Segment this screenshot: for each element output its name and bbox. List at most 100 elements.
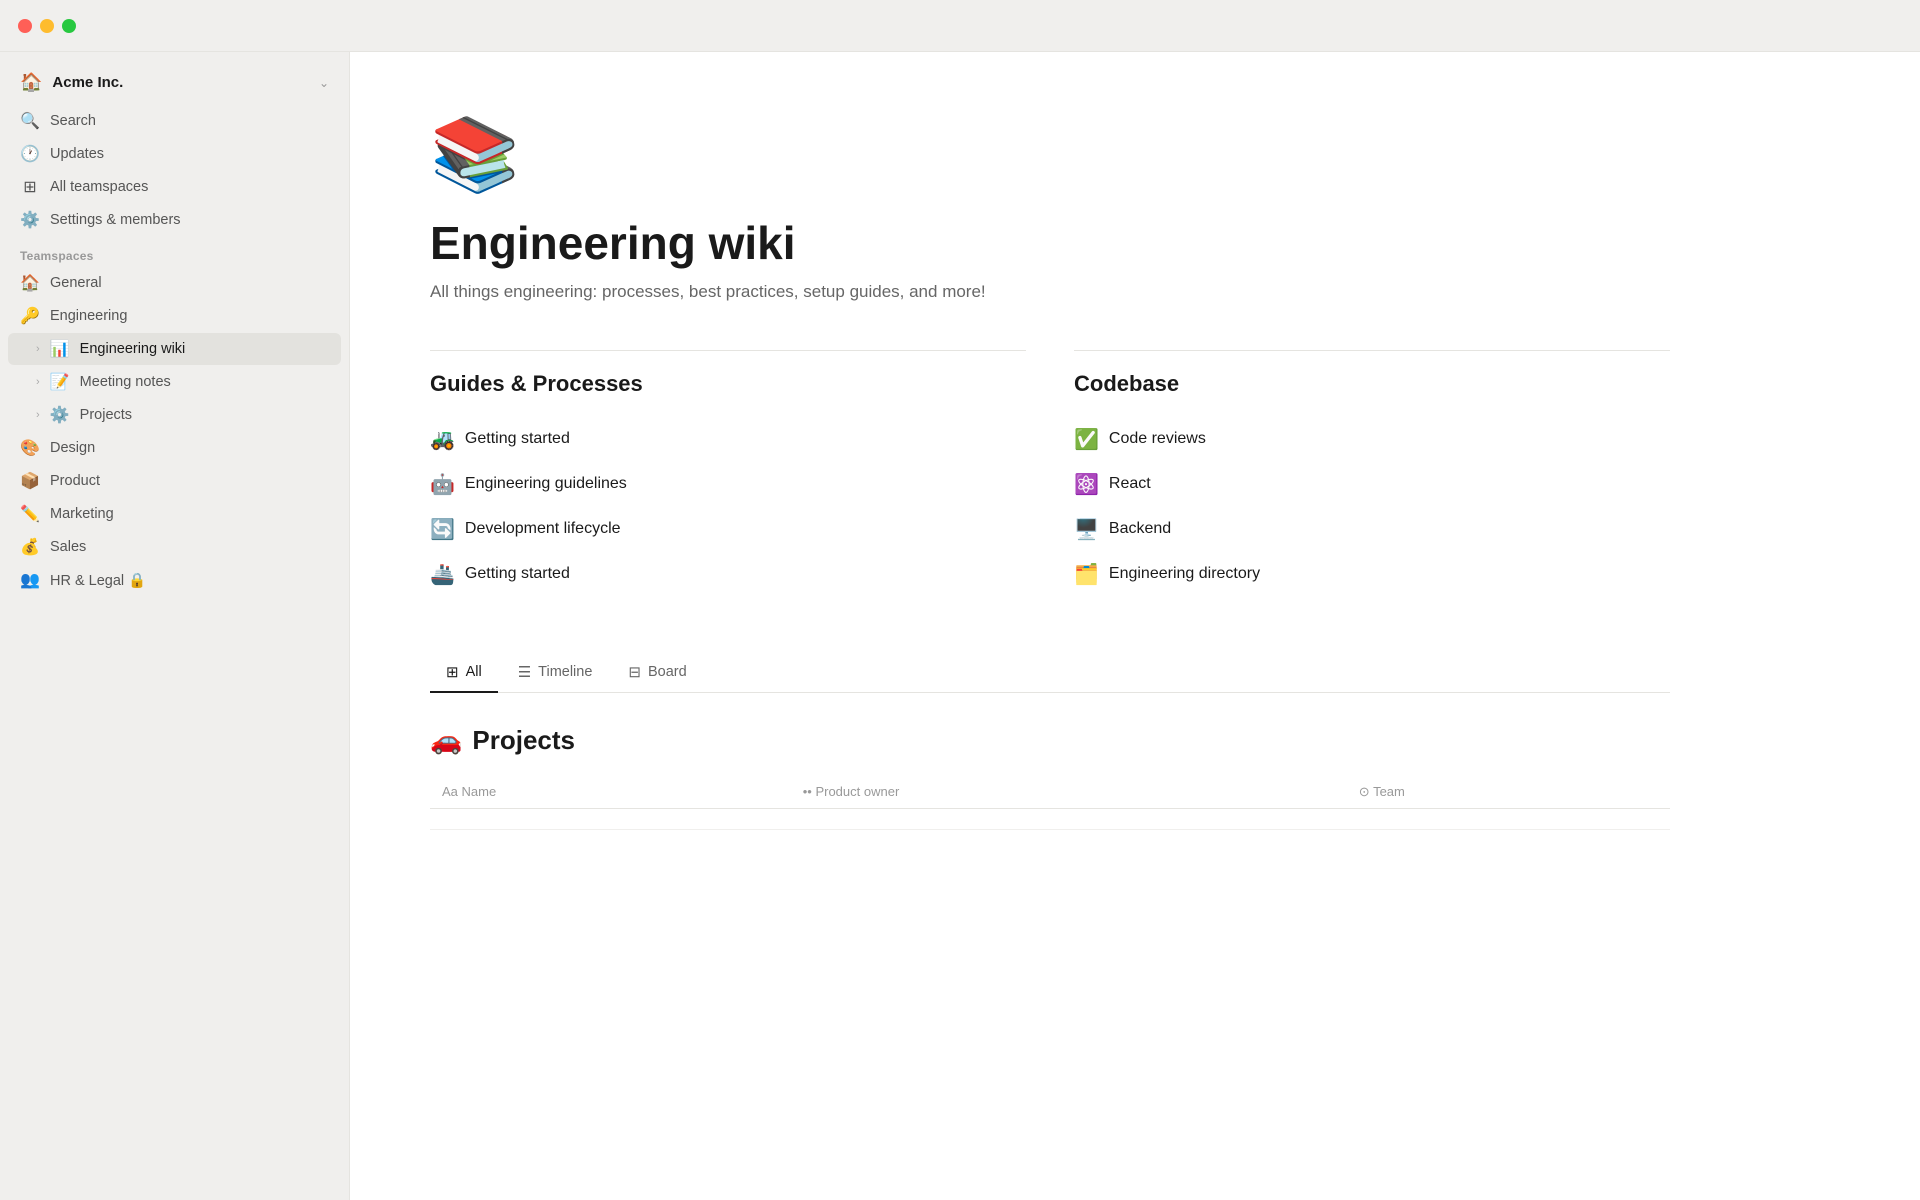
sidebar-item-engineering[interactable]: 🔑 Engineering xyxy=(8,300,341,332)
col-product-owner-header: •• Product owner xyxy=(791,776,1347,809)
workspace-header[interactable]: 🏠 Acme Inc. ⌄ xyxy=(8,64,341,101)
guide-link-getting-started-1[interactable]: 🚜 Getting started xyxy=(430,417,1026,462)
ship-icon: 🚢 xyxy=(430,562,455,587)
codebase-link-code-reviews[interactable]: ✅ Code reviews xyxy=(1074,417,1670,462)
sidebar-item-label: All teamspaces xyxy=(50,179,329,195)
sidebar-item-all-teamspaces[interactable]: ⊞ All teamspaces xyxy=(8,171,341,203)
clock-icon: 🕐 xyxy=(20,144,40,164)
sidebar-item-design[interactable]: 🎨 Design xyxy=(8,432,341,464)
maximize-button[interactable] xyxy=(62,19,76,33)
sidebar-item-hr-legal[interactable]: 👥 HR & Legal 🔒 xyxy=(8,564,341,596)
workspace-chevron-icon: ⌄ xyxy=(319,76,329,90)
sidebar-item-label: Design xyxy=(50,440,329,456)
col-team-header: ⊙ Team xyxy=(1347,776,1670,809)
sidebar-item-product[interactable]: 📦 Product xyxy=(8,465,341,497)
tab-label: Timeline xyxy=(538,664,592,680)
sidebar-item-projects[interactable]: › ⚙️ Projects xyxy=(8,399,341,431)
guide-link-getting-started-2[interactable]: 🚢 Getting started xyxy=(430,552,1026,597)
dollar-icon: 💰 xyxy=(20,537,40,557)
codebase-section: Codebase ✅ Code reviews ⚛️ React 🖥️ Back… xyxy=(1074,350,1670,597)
two-column-section: Guides & Processes 🚜 Getting started 🤖 E… xyxy=(430,350,1670,597)
minimize-button[interactable] xyxy=(40,19,54,33)
tab-label: Board xyxy=(648,664,687,680)
sidebar-item-label: Marketing xyxy=(50,506,329,522)
sidebar-item-settings[interactable]: ⚙️ Settings & members xyxy=(8,204,341,236)
page-subtitle: All things engineering: processes, best … xyxy=(430,282,1670,302)
palette-icon: 🎨 xyxy=(20,438,40,458)
sidebar-item-sales[interactable]: 💰 Sales xyxy=(8,531,341,563)
cycle-icon: 🔄 xyxy=(430,517,455,542)
codebase-link-label: Code reviews xyxy=(1109,430,1206,448)
guide-link-engineering-guidelines[interactable]: 🤖 Engineering guidelines xyxy=(430,462,1026,507)
tab-label: All xyxy=(466,664,482,680)
chevron-right-icon: › xyxy=(36,376,40,388)
sidebar-item-search[interactable]: 🔍 Search xyxy=(8,105,341,137)
guide-link-development-lifecycle[interactable]: 🔄 Development lifecycle xyxy=(430,507,1026,552)
guide-link-label: Getting started xyxy=(465,565,570,583)
sidebar-item-label: HR & Legal 🔒 xyxy=(50,572,329,589)
guides-processes-section: Guides & Processes 🚜 Getting started 🤖 E… xyxy=(430,350,1026,597)
traffic-lights xyxy=(18,19,76,33)
gear-icon: ⚙️ xyxy=(20,210,40,230)
table-row xyxy=(430,808,1670,829)
codebase-link-label: Backend xyxy=(1109,520,1171,538)
bar-chart-icon: 📊 xyxy=(50,339,70,359)
house-icon: 🏠 xyxy=(20,273,40,293)
checkbox-icon: ✅ xyxy=(1074,427,1099,452)
projects-table: Aa Name •• Product owner ⊙ Team xyxy=(430,776,1670,830)
table-cell xyxy=(791,808,1347,829)
window-chrome xyxy=(0,0,1920,52)
sidebar-item-label: Engineering xyxy=(50,308,329,324)
main-content: 📚 Engineering wiki All things engineerin… xyxy=(350,0,1920,1200)
guide-link-label: Getting started xyxy=(465,430,570,448)
view-tabs: ⊞ All ☰ Timeline ⊟ Board xyxy=(430,653,1670,693)
codebase-link-backend[interactable]: 🖥️ Backend xyxy=(1074,507,1670,552)
grid-icon: ⊞ xyxy=(20,177,40,197)
guides-processes-title: Guides & Processes xyxy=(430,371,1026,397)
sidebar-item-label: Search xyxy=(50,113,329,129)
projects-heading-text: Projects xyxy=(472,725,575,756)
sidebar-item-label: General xyxy=(50,275,329,291)
sidebar-item-updates[interactable]: 🕐 Updates xyxy=(8,138,341,170)
sidebar-item-label: Settings & members xyxy=(50,212,329,228)
tractor-icon: 🚜 xyxy=(430,427,455,452)
col-name-header: Aa Name xyxy=(430,776,791,809)
chevron-right-icon: › xyxy=(36,409,40,421)
key-icon: 🔑 xyxy=(20,306,40,326)
sidebar-item-meeting-notes[interactable]: › 📝 Meeting notes xyxy=(8,366,341,398)
table-cell xyxy=(1347,808,1670,829)
pencil-icon: ✏️ xyxy=(20,504,40,524)
workspace-name: Acme Inc. xyxy=(52,74,309,91)
sidebar: 🏠 Acme Inc. ⌄ 🔍 Search 🕐 Updates ⊞ All t… xyxy=(0,0,350,1200)
page-title: Engineering wiki xyxy=(430,217,1670,270)
timeline-icon: ☰ xyxy=(518,663,531,681)
codebase-link-engineering-directory[interactable]: 🗂️ Engineering directory xyxy=(1074,552,1670,597)
sidebar-item-marketing[interactable]: ✏️ Marketing xyxy=(8,498,341,530)
tab-board[interactable]: ⊟ Board xyxy=(612,653,702,693)
page-icon: 📚 xyxy=(430,112,1670,197)
tab-all[interactable]: ⊞ All xyxy=(430,653,498,693)
sidebar-item-label: Sales xyxy=(50,539,329,555)
search-icon: 🔍 xyxy=(20,111,40,131)
projects-heading: 🚗 Projects xyxy=(430,725,1670,756)
projects-emoji: 🚗 xyxy=(430,725,462,756)
board-icon: ⊟ xyxy=(628,663,641,681)
monitor-icon: 🖥️ xyxy=(1074,517,1099,542)
codebase-link-react[interactable]: ⚛️ React xyxy=(1074,462,1670,507)
codebase-title: Codebase xyxy=(1074,371,1670,397)
sidebar-item-label: Meeting notes xyxy=(80,374,329,390)
sidebar-item-label: Updates xyxy=(50,146,329,162)
chevron-right-icon: › xyxy=(36,343,40,355)
codebase-link-label: React xyxy=(1109,475,1151,493)
react-icon: ⚛️ xyxy=(1074,472,1099,497)
sidebar-item-engineering-wiki[interactable]: › 📊 Engineering wiki xyxy=(8,333,341,365)
projects-icon: ⚙️ xyxy=(50,405,70,425)
guide-link-label: Development lifecycle xyxy=(465,520,621,538)
sidebar-item-general[interactable]: 🏠 General xyxy=(8,267,341,299)
close-button[interactable] xyxy=(18,19,32,33)
guide-link-label: Engineering guidelines xyxy=(465,475,627,493)
tab-timeline[interactable]: ☰ Timeline xyxy=(502,653,609,693)
sidebar-item-label: Engineering wiki xyxy=(80,341,329,357)
sidebar-item-label: Product xyxy=(50,473,329,489)
folder-icon: 🗂️ xyxy=(1074,562,1099,587)
